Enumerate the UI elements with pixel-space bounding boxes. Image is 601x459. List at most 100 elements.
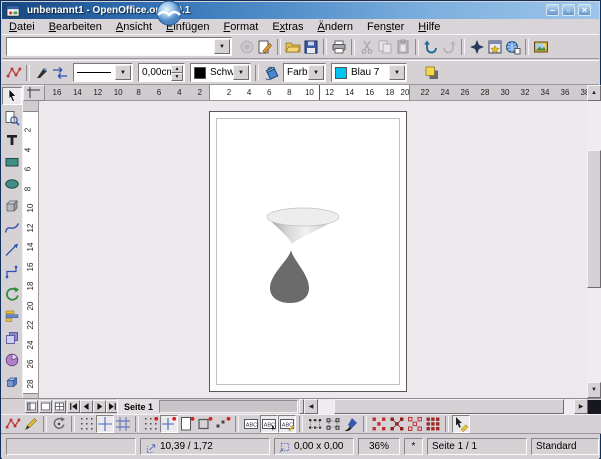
funnel-drop-shape[interactable] <box>261 204 345 308</box>
select-text-area-only-button[interactable]: ABC <box>260 415 278 433</box>
handles-option-1-button[interactable] <box>370 415 388 433</box>
navigator-button[interactable] <box>468 38 486 56</box>
insert-object-tool-button[interactable] <box>2 373 22 391</box>
handles-option-2-button[interactable] <box>388 415 406 433</box>
effects-tool-button[interactable] <box>2 351 22 369</box>
rectangle-tool-button[interactable] <box>2 153 22 171</box>
vertical-scrollbar-thumb[interactable] <box>587 150 601 288</box>
edit-points-mode-button[interactable] <box>4 415 22 433</box>
menu-format[interactable]: Format <box>216 21 265 33</box>
edit-file-button[interactable] <box>256 38 274 56</box>
print-file-button[interactable] <box>330 38 348 56</box>
menu-fenster[interactable]: Fenster <box>360 21 411 33</box>
edit-points-button[interactable] <box>5 64 23 82</box>
chevron-down-icon[interactable]: ▼ <box>115 65 131 80</box>
layer-view-2-button[interactable] <box>39 400 52 413</box>
minimize-button[interactable]: – <box>546 4 559 16</box>
openoffice-logo-icon <box>152 0 186 31</box>
scroll-right-button[interactable]: ▶ <box>574 399 588 414</box>
menu-bearbeiten[interactable]: Bearbeiten <box>42 21 109 33</box>
show-snap-lines-button[interactable] <box>96 415 114 433</box>
menu-ndern[interactable]: Ändern <box>311 21 360 33</box>
line-width-stepper[interactable]: 0,00cm ▲▼ <box>138 63 185 82</box>
guides-when-moving-button[interactable] <box>114 415 132 433</box>
connector-tool-button[interactable] <box>2 263 22 281</box>
arrange-tool-button[interactable] <box>2 329 22 347</box>
gallery-button[interactable] <box>532 38 550 56</box>
menu-datei[interactable]: Datei <box>2 21 42 33</box>
spin-up-icon[interactable]: ▲ <box>171 65 183 73</box>
ellipse-tool-button[interactable] <box>2 175 22 193</box>
horizontal-scrollbar-thumb[interactable] <box>334 399 564 414</box>
arrow-style-button[interactable] <box>51 64 69 82</box>
spin-down-icon[interactable]: ▼ <box>171 73 183 81</box>
vertical-scrollbar[interactable] <box>587 101 601 382</box>
vertical-ruler[interactable]: 246810121416182022242628 <box>23 101 39 398</box>
shadow-button[interactable] <box>423 64 441 82</box>
handles-option-4-button[interactable] <box>424 415 442 433</box>
edit-mode-button[interactable] <box>452 415 470 433</box>
hyperlink-dialog-button[interactable] <box>504 38 522 56</box>
stylist-button[interactable] <box>486 38 504 56</box>
title-bar[interactable]: unbenannt1 - OpenOffice.org 1.0.1 – ▫ × <box>2 2 599 19</box>
scroll-down-button[interactable]: ▼ <box>587 382 601 398</box>
snap-to-snap-lines-button[interactable] <box>160 415 178 433</box>
horizontal-ruler[interactable]: 1614121086422468101214161820222426283032… <box>45 85 587 101</box>
chevron-down-icon[interactable]: ▼ <box>233 65 249 80</box>
text-tool-button[interactable] <box>2 131 22 149</box>
snap-to-object-points-button[interactable] <box>214 415 232 433</box>
save-document-button[interactable] <box>302 38 320 56</box>
horizontal-scrollbar[interactable] <box>318 399 574 414</box>
show-grid-button[interactable] <box>78 415 96 433</box>
rotation-mode-button[interactable] <box>50 415 68 433</box>
menu-extras[interactable]: Extras <box>265 21 310 33</box>
scroll-up-button[interactable]: ▲ <box>587 85 601 101</box>
first-page-button[interactable] <box>67 400 80 413</box>
curve-tool-button[interactable] <box>2 219 22 237</box>
rotate-tool-button[interactable] <box>2 285 22 303</box>
status-page-field[interactable]: Seite 1 / 1 <box>427 438 527 455</box>
next-page-button[interactable] <box>93 400 106 413</box>
snap-to-grid-button[interactable] <box>142 415 160 433</box>
handles-option-3-button[interactable] <box>406 415 424 433</box>
open-document-button[interactable] <box>284 38 302 56</box>
lines-arrows-tool-button[interactable] <box>2 241 22 259</box>
chevron-down-icon[interactable]: ▼ <box>308 65 324 80</box>
close-button[interactable]: × <box>578 4 591 16</box>
zoom-tool-button[interactable] <box>2 109 22 127</box>
double-click-to-edit-text-button[interactable]: ABC <box>278 415 296 433</box>
url-combobox[interactable]: ▼ <box>6 37 232 56</box>
chevron-down-icon[interactable]: ▼ <box>214 39 230 54</box>
maximize-button[interactable]: ▫ <box>562 4 575 16</box>
layer-view-1-button[interactable] <box>25 400 38 413</box>
modify-object-with-attributes-button[interactable] <box>306 415 324 433</box>
drawing-canvas[interactable] <box>39 101 587 398</box>
direct-editing-button[interactable] <box>22 415 40 433</box>
status-position-field[interactable]: 10,39 / 1,72 <box>140 438 270 455</box>
previous-page-button[interactable] <box>80 400 93 413</box>
chevron-down-icon[interactable]: ▼ <box>389 65 405 80</box>
url-field[interactable] <box>10 38 217 55</box>
snap-to-page-margins-button[interactable] <box>178 415 196 433</box>
create-object-with-attributes-button[interactable] <box>342 415 360 433</box>
allow-quick-editing-button[interactable]: ABC <box>242 415 260 433</box>
simple-handles-button[interactable] <box>324 415 342 433</box>
scroll-left-button[interactable]: ◀ <box>304 399 318 414</box>
select-tool-button[interactable] <box>2 87 22 105</box>
status-zoom-field[interactable]: 36% <box>358 438 400 455</box>
ruler-origin-box[interactable] <box>23 85 45 101</box>
line-style-select[interactable]: ▼ <box>73 63 133 82</box>
area-dialog-button[interactable] <box>263 64 281 82</box>
status-template-field[interactable]: Standard <box>531 438 599 455</box>
line-color-select[interactable]: Schwarz ▼ <box>190 63 251 82</box>
fill-color-select[interactable]: Blau 7 ▼ <box>331 63 407 82</box>
alignment-tool-button[interactable] <box>2 307 22 325</box>
line-dialog-button[interactable] <box>33 64 51 82</box>
status-size-field[interactable]: 0,00 x 0,00 <box>274 438 354 455</box>
fill-type-select[interactable]: Farbe ▼ <box>283 63 326 82</box>
3d-objects-tool-button[interactable] <box>2 197 22 215</box>
undo-button[interactable] <box>422 38 440 56</box>
snap-to-object-border-button[interactable] <box>196 415 214 433</box>
menu-hilfe[interactable]: Hilfe <box>411 21 447 33</box>
layer-view-3-button[interactable] <box>53 400 66 413</box>
